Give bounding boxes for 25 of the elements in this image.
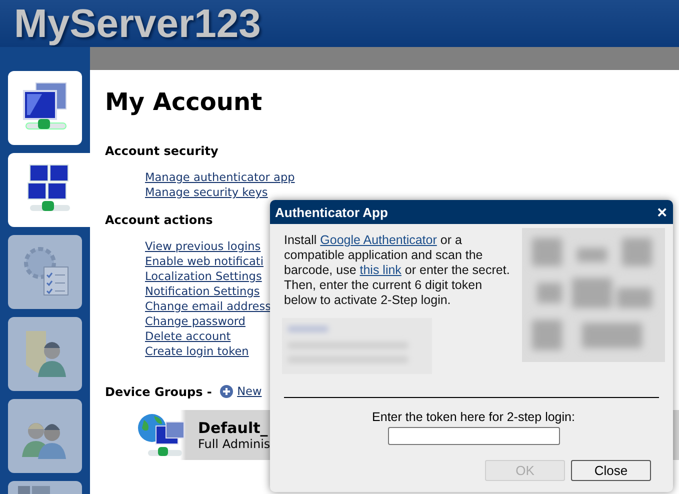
account-link[interactable]: Manage security keys bbox=[145, 185, 268, 200]
dialog-title: Authenticator App bbox=[275, 204, 388, 220]
text-link[interactable]: Google Authenticator bbox=[320, 233, 437, 247]
account-link[interactable]: Delete account bbox=[145, 329, 231, 344]
instructions-text: Install Google Authenticator or a compatible application and scan the barcode, use this link or enter the secret. Then, enter the current 6 digit token below to activate 2-Step login. bbox=[284, 233, 511, 308]
token-label: Enter the token here for 2-step login: bbox=[372, 410, 575, 424]
account-link[interactable]: Localization Settings bbox=[145, 269, 262, 284]
text-link[interactable]: this link bbox=[360, 263, 402, 277]
section-heading: Device Groups - bbox=[105, 384, 213, 398]
account-link[interactable]: View previous logins bbox=[145, 239, 261, 254]
group-role: Full Adminis bbox=[198, 437, 270, 451]
page-title: My Account bbox=[105, 88, 262, 116]
server-title: MyServer123 bbox=[14, 2, 261, 46]
dialog-button[interactable]: Close bbox=[571, 460, 651, 481]
group-name: Default_ bbox=[198, 419, 269, 437]
account-link[interactable]: Change email address bbox=[145, 299, 271, 314]
account-link[interactable]: Notification Settings bbox=[145, 284, 260, 299]
account-link[interactable]: Change password bbox=[145, 314, 246, 329]
section-heading: Account security bbox=[105, 144, 218, 158]
new-link[interactable]: New bbox=[237, 384, 262, 399]
account-link[interactable]: Enable web notificati bbox=[145, 254, 264, 269]
account-link[interactable]: Manage authenticator app bbox=[145, 170, 295, 185]
close-button[interactable]: × bbox=[657, 204, 667, 220]
account-link[interactable]: Create login token bbox=[145, 344, 249, 359]
section-heading: Account actions bbox=[105, 213, 213, 227]
